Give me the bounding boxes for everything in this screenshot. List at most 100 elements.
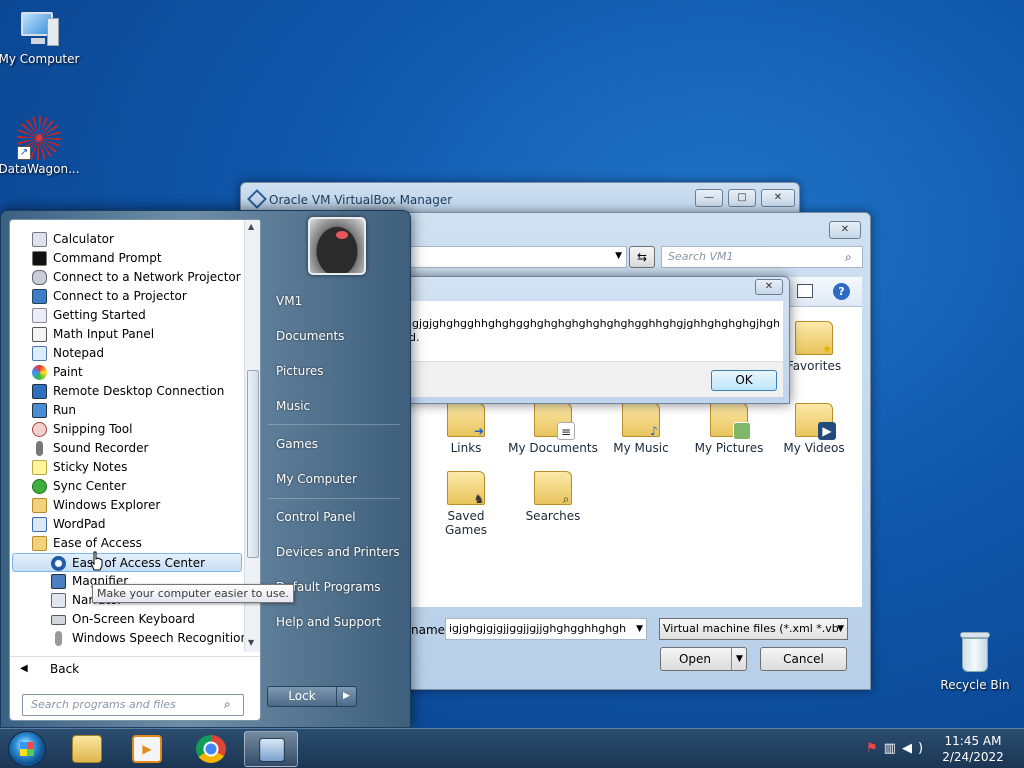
filetype-select[interactable]: Virtual machine files (*.xml *.vb ▼ [659, 618, 848, 640]
ease-of-access-icon [51, 556, 66, 571]
program-math-input-panel[interactable]: Math Input Panel [10, 325, 244, 344]
folder-my-music[interactable]: ♪ My Music [596, 403, 686, 455]
desktop-icon-recycle-bin[interactable]: Recycle Bin [933, 630, 1017, 692]
refresh-button[interactable]: ⇆ [629, 246, 655, 268]
desktop-icon-label: DataWagon... [0, 162, 80, 176]
program-getting-started[interactable]: Getting Started [10, 306, 244, 325]
shutdown-options-arrow-icon[interactable]: ▶ [336, 687, 356, 706]
desktop-icon-datawagon[interactable]: ↗ DataWagon... [0, 116, 81, 176]
links-icon: ➜ [447, 403, 485, 438]
program-speech-recognition[interactable]: Windows Speech Recognition [10, 629, 244, 648]
filetype-dropdown-icon[interactable]: ▼ [837, 619, 844, 639]
run-icon [32, 403, 47, 418]
program-remote-desktop[interactable]: Remote Desktop Connection [10, 382, 244, 401]
open-button[interactable]: Open ▼ [660, 647, 747, 671]
program-paint[interactable]: Paint [10, 363, 244, 382]
program-ease-of-access-center[interactable]: Ease of Access Center [12, 553, 242, 572]
taskbar-media-player[interactable]: ▶ [120, 731, 174, 767]
search-input[interactable]: Search VM1 [661, 246, 863, 268]
clock-time: 11:45 AM [944, 734, 1002, 748]
start-link-documents[interactable]: Documents [276, 329, 344, 343]
folder-links[interactable]: ➜ Links [421, 403, 511, 455]
music-icon: ♪ [622, 403, 660, 438]
message-box[interactable]: ✕ igjgjghghgghhghghgghghghghghghghghgghh… [396, 276, 790, 404]
start-link-control-panel[interactable]: Control Panel [276, 510, 356, 524]
videos-icon: ▶ [795, 403, 836, 440]
maximize-button[interactable]: □ [728, 189, 756, 207]
program-windows-explorer[interactable]: Windows Explorer [10, 496, 244, 515]
window-title: Oracle VM VirtualBox Manager [269, 193, 453, 207]
start-link-music[interactable]: Music [276, 399, 310, 413]
desktop-icon-my-computer[interactable]: My Computer [0, 10, 81, 66]
program-calculator[interactable]: Calculator [10, 230, 244, 249]
program-sync-center[interactable]: Sync Center [10, 477, 244, 496]
preview-pane-icon[interactable] [797, 284, 813, 298]
program-on-screen-keyboard[interactable]: On-Screen Keyboard [10, 610, 244, 629]
folder-my-documents[interactable]: ≡ My Documents [508, 403, 598, 455]
program-command-prompt[interactable]: Command Prompt [10, 249, 244, 268]
filename-input[interactable]: igjghgjgjgjjggjjgjjghghgghhghgh ▼ [445, 618, 647, 640]
chrome-icon [196, 735, 226, 763]
start-link-games[interactable]: Games [276, 437, 318, 451]
paint-icon [32, 365, 47, 380]
taskbar-chrome[interactable] [184, 731, 238, 767]
folder-my-pictures[interactable]: My Pictures [684, 403, 774, 455]
dialog-close-button[interactable]: ✕ [829, 221, 861, 239]
program-sticky-notes[interactable]: Sticky Notes [10, 458, 244, 477]
folder-saved-games[interactable]: ♞ Saved Games [422, 471, 510, 537]
getting-started-icon [32, 308, 47, 323]
calculator-icon [32, 232, 47, 247]
folder-icon [32, 536, 47, 551]
ok-button[interactable]: OK [711, 370, 777, 391]
start-link-vm1[interactable]: VM1 [276, 294, 302, 308]
program-snipping-tool[interactable]: Snipping Tool [10, 420, 244, 439]
program-sound-recorder[interactable]: Sound Recorder [10, 439, 244, 458]
back-button[interactable]: ◀ Back [10, 656, 260, 680]
search-icon[interactable]: ⌕ [845, 250, 852, 265]
scroll-down-icon[interactable]: ▼ [248, 638, 254, 647]
cancel-button[interactable]: Cancel [760, 647, 847, 671]
folder-my-videos[interactable]: ▶ My Videos [769, 403, 859, 455]
action-center-icon[interactable]: ⚑ [866, 741, 884, 756]
program-run[interactable]: Run [10, 401, 244, 420]
start-menu[interactable]: Calculator Command Prompt Connect to a N… [0, 210, 411, 728]
taskbar-virtualbox[interactable] [244, 731, 298, 767]
address-dropdown-icon[interactable]: ▼ [615, 251, 622, 261]
folder-ease-of-access[interactable]: Ease of Access [10, 534, 244, 553]
help-icon[interactable]: ? [833, 283, 850, 300]
scrollbar-thumb[interactable] [247, 370, 259, 558]
start-button[interactable] [8, 731, 46, 767]
start-separator [268, 424, 400, 425]
minimize-button[interactable]: — [695, 189, 723, 207]
scroll-up-icon[interactable]: ▲ [248, 222, 254, 231]
start-link-pictures[interactable]: Pictures [276, 364, 324, 378]
filename-label: name: [411, 623, 450, 637]
volume-icon[interactable]: ◀) [902, 741, 929, 756]
program-network-projector[interactable]: Connect to a Network Projector [10, 268, 244, 287]
start-search-input[interactable]: Search programs and files [22, 694, 244, 716]
address-bar[interactable]: ▼ [401, 246, 627, 268]
search-folder-icon: ⌕ [534, 471, 572, 506]
sync-icon [32, 479, 47, 494]
clock-date: 2/24/2022 [942, 750, 1004, 764]
program-wordpad[interactable]: WordPad [10, 515, 244, 534]
filename-dropdown-icon[interactable]: ▼ [636, 619, 643, 639]
lock-button[interactable]: Lock ▶ [267, 686, 357, 707]
folder-searches[interactable]: ⌕ Searches [508, 471, 598, 523]
program-projector[interactable]: Connect to a Projector [10, 287, 244, 306]
start-link-help-support[interactable]: Help and Support [276, 615, 381, 629]
program-notepad[interactable]: Notepad [10, 344, 244, 363]
computer-icon [17, 10, 61, 50]
close-button[interactable]: ✕ [761, 189, 795, 207]
taskbar-explorer[interactable] [60, 731, 114, 767]
open-split-arrow-icon[interactable]: ▼ [731, 648, 747, 670]
network-icon[interactable]: ▥ [884, 741, 902, 756]
start-link-devices-printers[interactable]: Devices and Printers [276, 545, 400, 559]
clock[interactable]: 11:45 AM 2/24/2022 [938, 733, 1008, 765]
desktop-icon-label: Recycle Bin [940, 678, 1010, 692]
wordpad-icon [32, 517, 47, 532]
message-close-button[interactable]: ✕ [755, 279, 783, 295]
start-search-icon[interactable]: ⌕ [224, 697, 231, 712]
start-link-my-computer[interactable]: My Computer [276, 472, 357, 486]
user-picture[interactable] [308, 217, 366, 275]
